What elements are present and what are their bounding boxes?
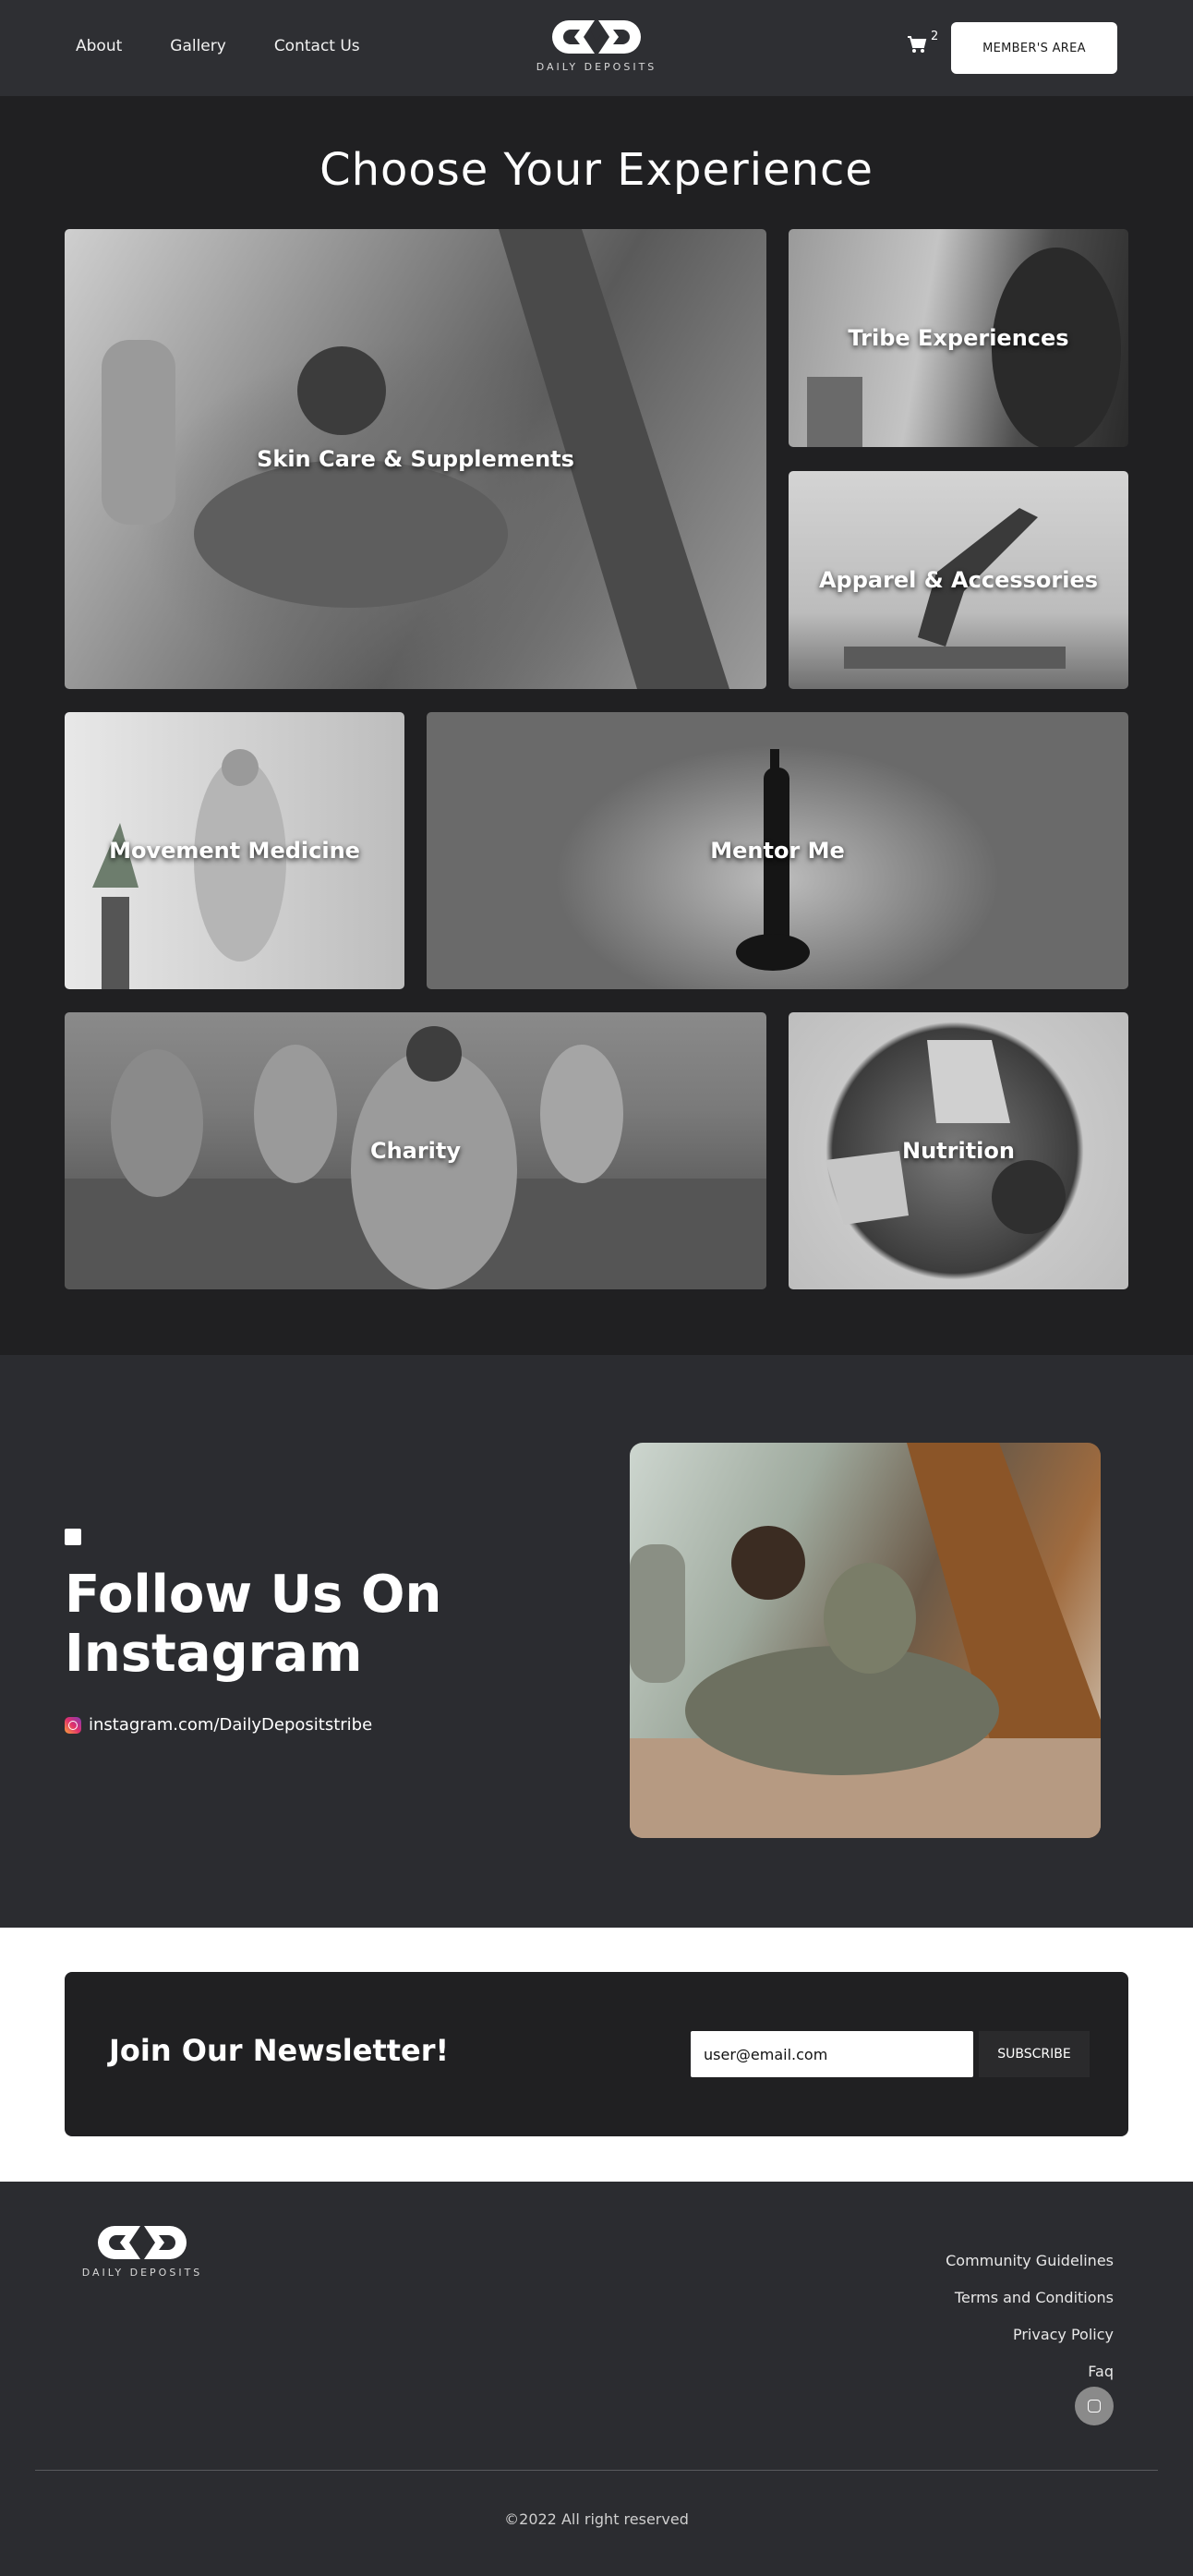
instagram-title-line2: Instagram xyxy=(65,1624,363,1684)
site-footer: DAILY DEPOSITS Community Guidelines Term… xyxy=(0,2182,1193,2576)
instagram-social-button[interactable] xyxy=(1075,2387,1114,2425)
tile-label: Nutrition xyxy=(902,1138,1015,1164)
instagram-title: Follow Us On Instagram xyxy=(65,1566,526,1684)
privacy-policy-link[interactable]: Privacy Policy xyxy=(946,2316,1114,2353)
experience-title: Choose Your Experience xyxy=(319,144,874,196)
faq-link[interactable]: Faq xyxy=(946,2353,1114,2390)
tile-label: Skin Care & Supplements xyxy=(257,446,574,472)
nav-about-link[interactable]: About xyxy=(76,37,122,55)
instagram-title-line1: Follow Us On xyxy=(65,1565,442,1625)
cart-icon[interactable] xyxy=(907,35,927,54)
tile-label: Tribe Experiences xyxy=(848,325,1069,351)
tile-label: Movement Medicine xyxy=(109,838,360,864)
logo-mark-icon xyxy=(98,2226,187,2259)
heart-chat-icon xyxy=(65,1529,81,1545)
footer-links: Community Guidelines Terms and Condition… xyxy=(946,2243,1114,2390)
tile-mentor-me[interactable]: Mentor Me xyxy=(427,712,1128,989)
main-nav: About Gallery Contact Us xyxy=(76,37,408,55)
newsletter-email-input[interactable] xyxy=(691,2031,973,2077)
logo-text: DAILY DEPOSITS xyxy=(536,61,657,73)
instagram-photo xyxy=(630,1443,1101,1838)
tile-charity[interactable]: Charity xyxy=(65,1012,766,1289)
tile-movement-medicine[interactable]: Movement Medicine xyxy=(65,712,404,989)
tile-label: Apparel & Accessories xyxy=(818,567,1099,593)
copyright-text: ©2022 All right reserved xyxy=(504,2510,689,2528)
experience-section: Choose Your Experience Skin Care & Suppl… xyxy=(0,96,1193,1355)
site-header: About Gallery Contact Us DAILY DEPOSITS … xyxy=(0,0,1193,96)
tile-skin-care[interactable]: Skin Care & Supplements xyxy=(65,229,766,689)
instagram-icon xyxy=(65,1716,81,1734)
tile-nutrition[interactable]: Nutrition xyxy=(789,1012,1128,1289)
tile-label: Mentor Me xyxy=(710,838,845,864)
instagram-section: Follow Us On Instagram instagram.com/Dai… xyxy=(0,1355,1193,1928)
instagram-handle: instagram.com/DailyDepositstribe xyxy=(89,1715,373,1735)
footer-logo-text: DAILY DEPOSITS xyxy=(81,2267,203,2279)
members-area-button[interactable]: MEMBER'S AREA xyxy=(951,22,1117,74)
tile-label: Charity xyxy=(369,1138,462,1164)
nav-contact-link[interactable]: Contact Us xyxy=(274,37,360,55)
newsletter-card: Join Our Newsletter! SUBSCRIBE xyxy=(65,1972,1128,2136)
site-logo[interactable]: DAILY DEPOSITS xyxy=(536,17,657,73)
tile-apparel-accessories[interactable]: Apparel & Accessories xyxy=(789,471,1128,689)
newsletter-section: Join Our Newsletter! SUBSCRIBE xyxy=(0,1928,1193,2182)
instagram-icon xyxy=(1088,2400,1101,2413)
footer-logo[interactable]: DAILY DEPOSITS xyxy=(81,2222,203,2279)
footer-divider xyxy=(35,2470,1158,2471)
logo-mark-icon xyxy=(552,20,641,54)
yoga-color-photo xyxy=(630,1443,1101,1838)
tile-tribe-experiences[interactable]: Tribe Experiences xyxy=(789,229,1128,447)
subscribe-button[interactable]: SUBSCRIBE xyxy=(979,2031,1090,2077)
terms-link[interactable]: Terms and Conditions xyxy=(946,2280,1114,2316)
community-guidelines-link[interactable]: Community Guidelines xyxy=(946,2243,1114,2280)
instagram-link[interactable]: instagram.com/DailyDepositstribe xyxy=(65,1715,372,1735)
newsletter-title: Join Our Newsletter! xyxy=(109,2033,450,2068)
cart-count-badge: 2 xyxy=(931,30,939,43)
nav-gallery-link[interactable]: Gallery xyxy=(170,37,226,55)
